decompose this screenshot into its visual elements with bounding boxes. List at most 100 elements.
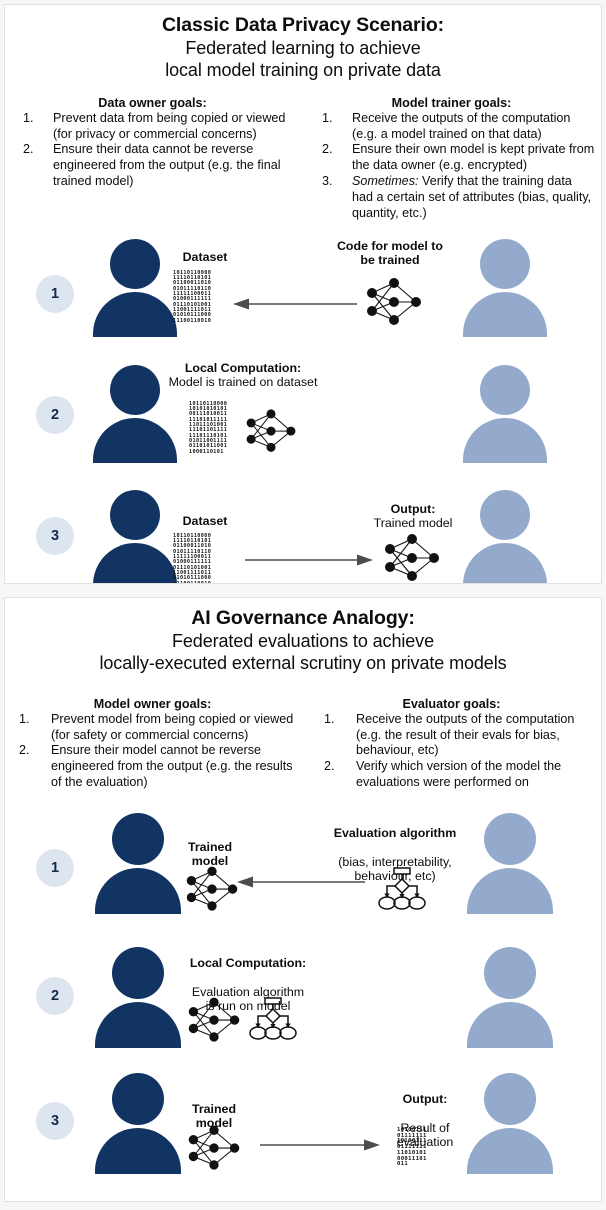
model-trainer-goals-title: Model trainer goals: — [391, 95, 512, 110]
person-icon — [463, 238, 547, 337]
caption-bold: Output: — [402, 1091, 448, 1106]
list-item-number: 1. — [322, 110, 333, 125]
step-row: 3 Dataset 10110110000 11110110101 011000… — [5, 477, 601, 583]
dataset-caption: Dataset — [165, 250, 245, 265]
caption-bold: Local Computation: — [184, 360, 302, 375]
caption-bold: Local Computation: — [189, 955, 307, 970]
panel-1-goals: Data owner goals: 1. Prevent data from b… — [5, 96, 601, 222]
person-head — [110, 238, 160, 289]
step-badge: 2 — [36, 395, 74, 434]
evaluator-goals-title: Evaluator goals: — [402, 696, 501, 711]
flowchart-icon — [247, 997, 299, 1043]
model-owner-goals-title: Model owner goals: — [93, 696, 212, 711]
list-item-number: 2. — [324, 759, 335, 774]
list-item-text: Ensure their model cannot be reverse eng… — [51, 743, 293, 790]
person-body — [93, 542, 177, 583]
step-badge: 3 — [36, 516, 74, 555]
person-icon — [463, 364, 547, 463]
list-item-text: Prevent data from being copied or viewed… — [53, 110, 286, 141]
list-item: 3. Sometimes: Verify that the training d… — [308, 174, 595, 222]
panel-2-subtitle-line1: Federated evaluations to achieve — [172, 630, 434, 651]
step-badge: 2 — [36, 976, 74, 1015]
person-body — [95, 867, 181, 914]
panel-2-goals: Model owner goals: 1. Prevent model from… — [5, 697, 601, 791]
list-item: 1. Receive the outputs of the computatio… — [308, 111, 595, 143]
person-body — [93, 417, 177, 463]
panel-classic-data-privacy: Classic Data Privacy Scenario: Federated… — [4, 4, 602, 584]
caption-bold: Dataset — [182, 249, 228, 264]
caption-bold-2: be trained — [360, 253, 420, 268]
panel-2-steps: 1 Trained model Evaluation algorithm (bi… — [5, 805, 601, 1187]
caption-norm: Trained model — [373, 516, 453, 531]
person-body — [95, 1127, 181, 1174]
diagram-page: Classic Data Privacy Scenario: Federated… — [0, 0, 606, 1210]
model-owner-goals-column: Model owner goals: 1. Prevent model from… — [9, 697, 302, 791]
caption-bold: Trained model — [187, 839, 233, 869]
list-item: 2. Ensure their own model is kept privat… — [308, 142, 595, 174]
list-item: 2. Verify which version of the model the… — [308, 759, 595, 791]
person-icon — [95, 812, 181, 914]
neural-network-icon — [363, 277, 425, 328]
list-item: 1. Prevent data from being copied or vie… — [9, 111, 296, 143]
list-item: 2. Ensure their data cannot be reverse e… — [9, 142, 296, 190]
step-row: 1 Dataset 10110110000 11110110101 011000… — [5, 234, 601, 355]
person-body — [93, 291, 177, 337]
list-item-number: 2. — [322, 142, 333, 157]
panel-1-subtitle-line2: local model training on private data — [165, 59, 441, 80]
person-icon — [95, 1072, 181, 1174]
evaluator-goals-list: 1. Receive the outputs of the computatio… — [308, 712, 595, 791]
arrow-right-icon — [260, 1138, 380, 1152]
binary-data-icon: 10100111 01111111 10100111 01111111 1101… — [397, 1126, 427, 1168]
panel-2-title: AI Governance Analogy: — [191, 607, 415, 629]
person-head — [110, 489, 160, 540]
panel-2-heading: AI Governance Analogy: Federated evaluat… — [5, 598, 601, 675]
person-head — [484, 1072, 536, 1125]
person-head — [480, 489, 530, 540]
list-item-emphasis: Sometimes: — [352, 174, 419, 189]
caption-bold: Code for model to — [336, 238, 443, 253]
person-body — [463, 542, 547, 583]
list-item-text: Prevent model from being copied or viewe… — [51, 711, 294, 742]
person-body — [467, 1001, 553, 1048]
person-icon — [463, 489, 547, 583]
caption-bold: Evaluation algorithm — [333, 825, 457, 840]
person-head — [112, 812, 164, 865]
panel-ai-governance-analogy: AI Governance Analogy: Federated evaluat… — [4, 597, 602, 1202]
arrow-left-icon — [237, 875, 365, 889]
data-owner-goals-column: Data owner goals: 1. Prevent data from b… — [9, 96, 302, 222]
person-icon — [467, 812, 553, 914]
neural-network-icon — [185, 997, 243, 1045]
step-row: 2 Local Computation: Model is trained on… — [5, 355, 601, 477]
panel-1-subtitle-line1: Federated learning to achieve — [185, 37, 421, 58]
neural-network-icon — [243, 409, 299, 455]
list-item: 1. Receive the outputs of the computatio… — [308, 712, 595, 760]
person-body — [467, 867, 553, 914]
model-trainer-goals-list: 1. Receive the outputs of the computatio… — [308, 111, 595, 222]
person-head — [484, 812, 536, 865]
list-item-number: 2. — [23, 142, 34, 157]
list-item-text: Ensure their own model is kept private f… — [352, 142, 595, 173]
step-badge: 1 — [36, 848, 74, 887]
step-badge: 1 — [36, 274, 74, 313]
panel-1-title: Classic Data Privacy Scenario: — [161, 14, 445, 36]
neural-network-icon — [183, 866, 241, 914]
list-item-number: 3. — [322, 174, 333, 189]
neural-network-icon — [381, 533, 443, 583]
caption-bold: Dataset — [182, 513, 228, 528]
list-item-number: 2. — [19, 743, 30, 758]
panel-2-subtitle-line2: locally-executed external scrutiny on pr… — [99, 652, 507, 673]
list-item-text: Ensure their data cannot be reverse engi… — [53, 142, 281, 189]
person-head — [112, 946, 164, 999]
person-head — [110, 364, 160, 415]
neural-network-icon — [185, 1125, 243, 1173]
person-body — [463, 291, 547, 337]
panel-1-heading: Classic Data Privacy Scenario: Federated… — [5, 5, 601, 82]
arrow-left-icon — [233, 297, 357, 311]
binary-data-icon: 10110110000 10101010101 00111010011 1110… — [189, 400, 228, 455]
person-body — [467, 1127, 553, 1174]
person-head — [480, 364, 530, 415]
list-item: 2. Ensure their model cannot be reverse … — [9, 743, 296, 791]
person-icon — [95, 946, 181, 1048]
data-owner-goals-title: Data owner goals: — [98, 95, 207, 110]
person-head — [112, 1072, 164, 1125]
